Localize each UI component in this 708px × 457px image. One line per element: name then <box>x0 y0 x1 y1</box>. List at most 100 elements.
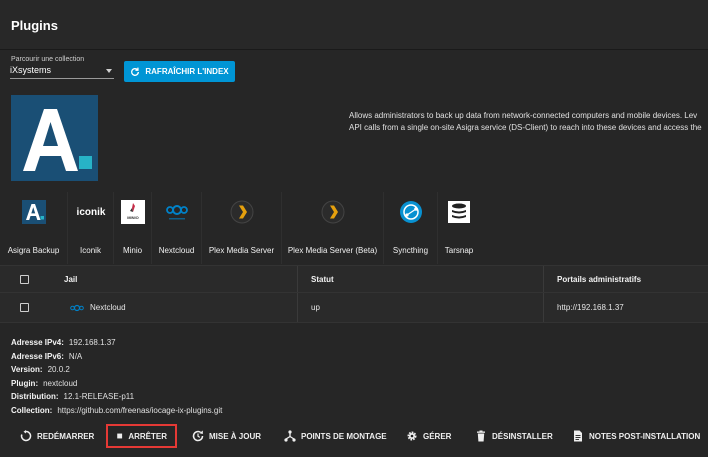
plugin-card-tarsnap[interactable]: Tarsnap <box>438 192 480 264</box>
asigra-icon <box>23 109 92 171</box>
detail-label: Adresse IPv4: <box>11 338 64 347</box>
plugin-card-plex-beta[interactable]: Plex Media Server (Beta) <box>282 192 384 264</box>
plugin-card-label: Syncthing <box>392 246 429 255</box>
asigra-logo-large <box>11 95 98 181</box>
detail-label: Adresse IPv6: <box>11 351 64 361</box>
gear-icon <box>407 431 417 441</box>
detail-value: 12.1-RELEASE-p11 <box>63 392 135 401</box>
uninstall-label: DÉSINSTALLER <box>492 431 553 441</box>
column-header-admin-portals[interactable]: Portails administratifs <box>557 266 641 292</box>
uninstall-button[interactable]: DÉSINSTALLER <box>475 425 553 447</box>
restart-label: REDÉMARRER <box>37 431 95 441</box>
detail-plugin: Plugin: nextcloud <box>11 377 222 391</box>
minio-icon: MINIO <box>121 200 145 224</box>
collection-label: Parcourir une collection <box>11 56 85 63</box>
minio-bird-icon <box>130 203 135 212</box>
select-all-checkbox[interactable] <box>20 274 29 284</box>
detail-label: Version: <box>11 365 43 374</box>
restart-button[interactable]: REDÉMARRER <box>20 425 94 447</box>
detail-label: Collection: <box>11 405 53 415</box>
detail-version: Version: 20.0.2 <box>11 363 222 377</box>
refresh-index-label: RAFRAÎCHIR L'INDEX <box>145 67 229 76</box>
row-checkbox[interactable] <box>20 303 29 312</box>
plugin-card-label: Plex Media Server (Beta) <box>287 246 378 255</box>
page-title: Plugins <box>11 18 58 33</box>
detail-label: Plugin: <box>11 378 39 388</box>
detail-collection: Collection: https://github.com/freenas/io… <box>11 404 222 418</box>
plex-icon <box>230 200 254 224</box>
asigra-icon <box>22 200 46 224</box>
mount-points-icon <box>284 430 296 442</box>
detail-label: Distribution: <box>11 392 59 401</box>
plugin-card-minio[interactable]: MINIO Minio <box>114 192 152 264</box>
manage-label: GÉRER <box>423 431 452 441</box>
collection-select[interactable]: iXsystems <box>10 64 114 79</box>
page-header: Plugins <box>0 0 708 50</box>
tarsnap-icon <box>448 201 470 223</box>
jail-name: Nextcloud <box>90 303 126 312</box>
column-divider <box>543 293 544 322</box>
jail-actions-bar: REDÉMARRER ARRÊTER MISE À JOUR POINTS DE… <box>0 421 708 449</box>
detail-value: 20.0.2 <box>47 365 70 374</box>
post-install-notes-button[interactable]: NOTES POST-INSTALLATION <box>572 425 700 447</box>
jail-table-header: Jail Statut Portails administratifs <box>0 265 708 293</box>
row-select-cell <box>20 293 29 322</box>
plugin-description: Allows administrators to back up data fr… <box>349 110 708 134</box>
detail-value: 192.168.1.37 <box>68 338 116 347</box>
column-divider <box>543 266 544 292</box>
refresh-index-button[interactable]: RAFRAÎCHIR L'INDEX <box>124 61 235 82</box>
detail-value: nextcloud <box>43 378 78 388</box>
collection-select-value: iXsystems <box>10 65 52 75</box>
plugin-list: Asigra Backup iconik Iconik MINIO Minio … <box>0 192 708 264</box>
mount-points-label: POINTS DE MONTAGE <box>301 431 387 441</box>
iconik-logo-text: iconik <box>76 206 106 218</box>
syncthing-icon <box>400 201 422 223</box>
update-icon <box>192 430 204 442</box>
column-divider <box>297 266 298 292</box>
plugin-card-nextcloud[interactable]: Nextcloud <box>152 192 202 264</box>
update-button[interactable]: MISE À JOUR <box>192 425 261 447</box>
minio-logo-text: MINIO <box>127 215 139 220</box>
plugin-card-label: Plex Media Server <box>208 246 275 255</box>
plex-beta-icon <box>321 200 345 224</box>
nextcloud-icon <box>70 304 84 311</box>
select-all-cell <box>20 266 29 292</box>
plugin-description-line-1: Allows administrators to back up data fr… <box>349 111 698 120</box>
document-icon <box>574 430 582 442</box>
jail-details: Adresse IPv4: 192.168.1.37 Adresse IPv6: N… <box>11 336 222 417</box>
detail-ipv6: Adresse IPv6: N/A <box>11 350 222 364</box>
update-label: MISE À JOUR <box>209 431 262 441</box>
column-divider <box>297 293 298 322</box>
plugin-card-syncthing[interactable]: Syncthing <box>384 192 438 264</box>
status-cell: up <box>311 303 320 312</box>
manage-button[interactable]: GÉRER <box>406 425 451 447</box>
plugin-description-line-2: API calls from a single on-site Asigra s… <box>349 123 702 132</box>
stop-button[interactable]: ARRÊTER <box>106 424 177 448</box>
refresh-icon <box>131 67 140 76</box>
detail-distribution: Distribution: 12.1-RELEASE-p11 <box>11 390 222 404</box>
column-header-status[interactable]: Statut <box>311 266 334 292</box>
detail-value: https://github.com/freenas/iocage-ix-plu… <box>57 405 223 415</box>
plugin-card-label: Iconik <box>80 246 101 255</box>
jail-cell: Nextcloud <box>70 293 126 322</box>
trash-icon <box>477 430 485 442</box>
stop-label: ARRÊTER <box>128 431 167 441</box>
stop-icon <box>117 433 123 439</box>
plugin-card-label: Minio <box>122 246 143 255</box>
mount-points-button[interactable]: POINTS DE MONTAGE <box>284 425 387 447</box>
chevron-down-icon <box>106 69 112 73</box>
plugin-card-asigra[interactable]: Asigra Backup <box>0 192 68 264</box>
iconik-icon: iconik <box>70 200 112 224</box>
detail-ipv4: Adresse IPv4: 192.168.1.37 <box>11 336 222 350</box>
plugin-card-plex[interactable]: Plex Media Server <box>202 192 282 264</box>
post-install-notes-label: NOTES POST-INSTALLATION <box>589 431 701 441</box>
restart-icon <box>20 430 32 442</box>
column-header-jail[interactable]: Jail <box>64 266 77 292</box>
plugin-card-iconik[interactable]: iconik Iconik <box>68 192 114 264</box>
plugin-card-label: Asigra Backup <box>7 246 60 255</box>
table-row[interactable]: Nextcloud up http://192.168.1.37 <box>0 293 708 323</box>
plugin-card-label: Tarsnap <box>444 246 474 255</box>
plugin-card-label: Nextcloud <box>158 246 195 255</box>
detail-value: N/A <box>68 351 83 361</box>
admin-portal-link[interactable]: http://192.168.1.37 <box>557 293 624 322</box>
